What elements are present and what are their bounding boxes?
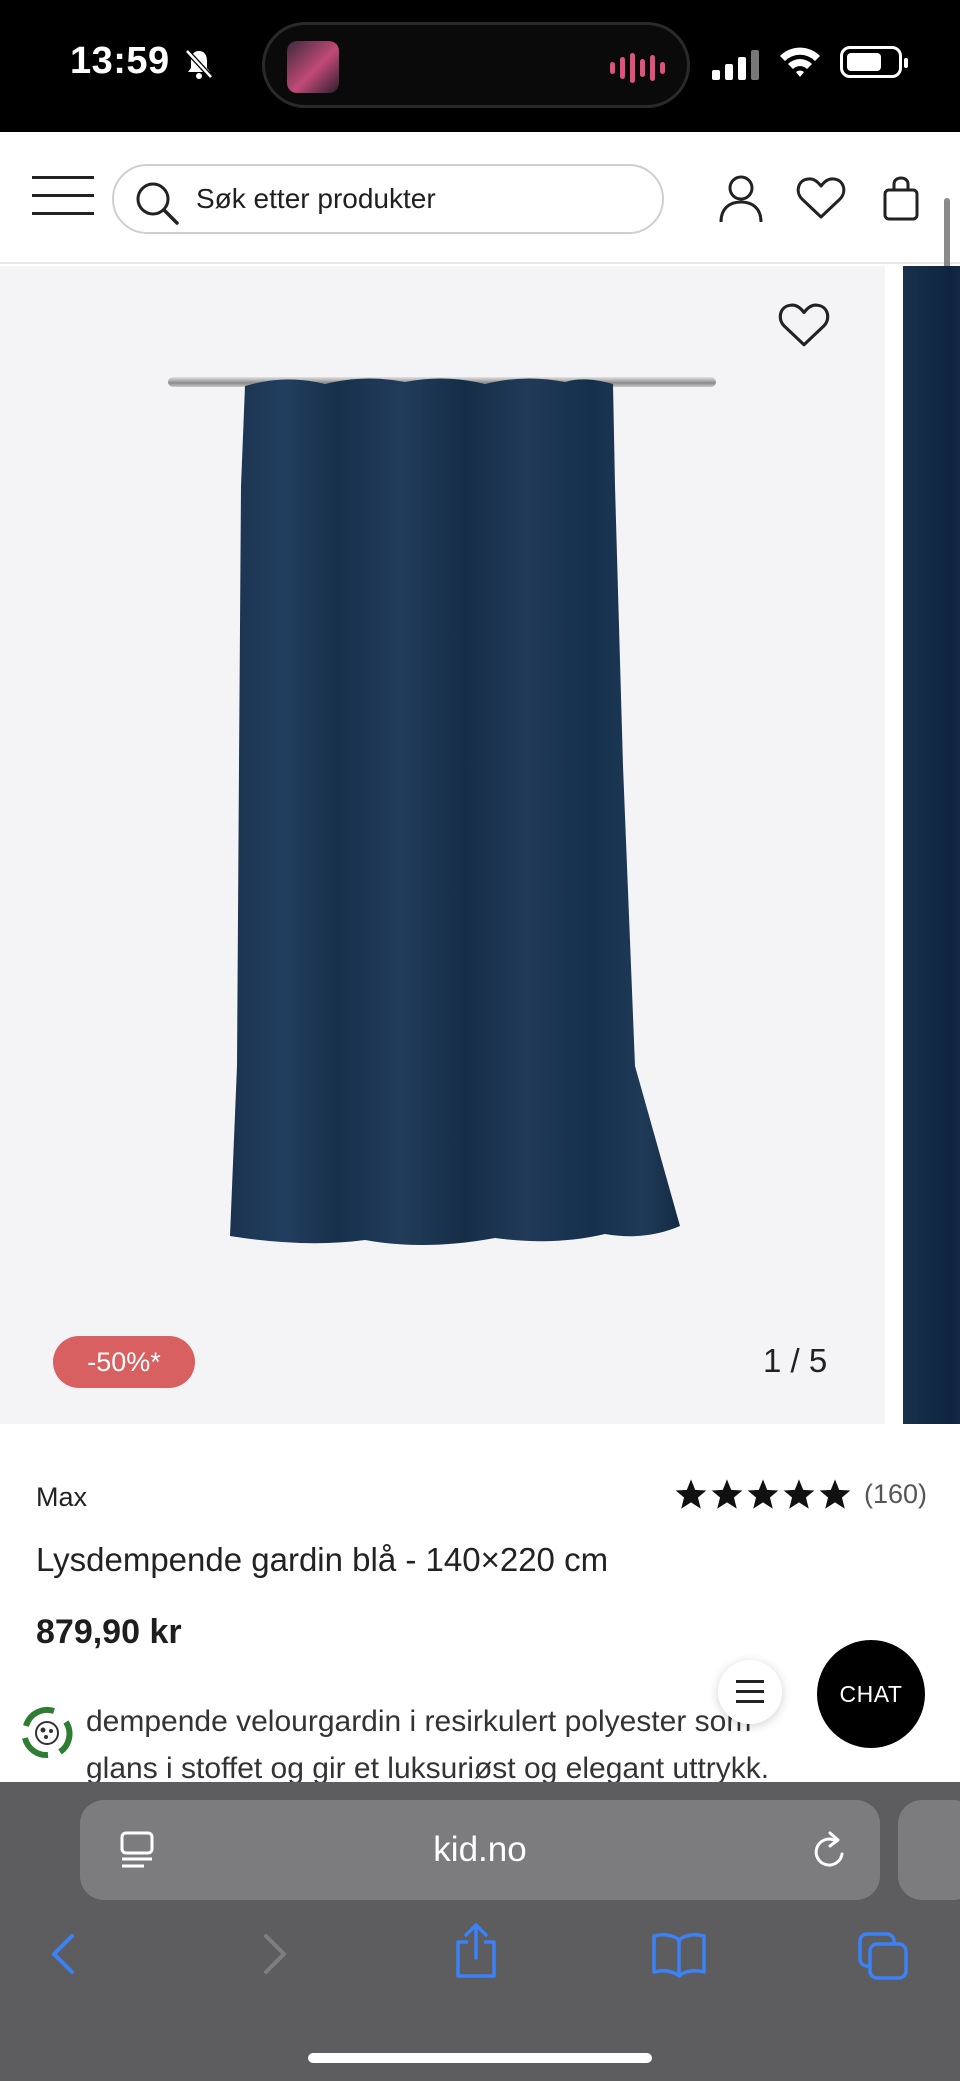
home-indicator xyxy=(308,2053,652,2063)
bell-slash-icon xyxy=(185,49,213,79)
product-title: Lysdempende gardin blå - 140×220 cm xyxy=(36,1541,609,1578)
image-counter: 1 / 5 xyxy=(763,1342,828,1379)
search-bar[interactable] xyxy=(112,164,664,234)
recycle-icon[interactable] xyxy=(14,1700,80,1766)
star-icon xyxy=(819,1479,851,1509)
menu-button[interactable] xyxy=(32,176,94,216)
list-menu-button[interactable] xyxy=(718,1660,782,1724)
description-line: dempende velourgardin i resirkulert poly… xyxy=(86,1705,752,1738)
product-image-slide[interactable]: -50%* 1 / 5 xyxy=(0,266,885,1424)
menu-icon xyxy=(32,176,94,179)
address-bar[interactable]: kid.no xyxy=(80,1800,880,1900)
product-rating[interactable]: (160) xyxy=(674,1478,927,1510)
bookmarks-icon[interactable] xyxy=(650,1930,708,1978)
back-icon[interactable] xyxy=(46,1930,82,1978)
url-text[interactable]: kid.no xyxy=(80,1830,880,1870)
bag-icon[interactable] xyxy=(882,174,920,222)
product-image xyxy=(230,378,680,1246)
search-input[interactable] xyxy=(196,168,636,230)
chat-button[interactable]: CHAT xyxy=(817,1640,925,1748)
star-icon xyxy=(747,1479,779,1509)
product-brand[interactable]: Max xyxy=(36,1482,87,1513)
forward-icon xyxy=(264,1934,286,1974)
dynamic-island[interactable] xyxy=(262,22,690,108)
heart-icon[interactable] xyxy=(796,176,846,220)
status-time: 13:59 xyxy=(70,40,170,82)
battery-icon xyxy=(840,46,908,78)
star-icon xyxy=(675,1479,707,1509)
account-icon[interactable] xyxy=(718,174,764,224)
star-icon xyxy=(783,1479,815,1509)
discount-badge: -50%* xyxy=(53,1336,195,1388)
star-icon xyxy=(711,1479,743,1509)
wifi-icon xyxy=(780,47,820,77)
product-gallery[interactable]: -50%* 1 / 5 xyxy=(0,266,960,1424)
product-description: dempende velourgardin i resirkulert poly… xyxy=(86,1698,916,1792)
tabs-icon[interactable] xyxy=(856,1930,910,1982)
status-bar: 13:59 xyxy=(0,0,960,132)
share-icon[interactable] xyxy=(452,1922,500,1980)
site-header xyxy=(0,132,960,264)
list-icon xyxy=(736,1680,764,1683)
add-to-favorites-icon[interactable] xyxy=(778,302,830,348)
scroll-indicator xyxy=(944,198,950,270)
search-icon xyxy=(136,182,179,225)
reload-icon[interactable] xyxy=(810,1828,850,1872)
audio-waveform-icon xyxy=(610,53,665,83)
cellular-signal-icon xyxy=(712,50,759,80)
product-price: 879,90 kr xyxy=(36,1613,182,1651)
next-product-image-preview[interactable] xyxy=(903,266,960,1424)
rating-count: (160) xyxy=(864,1478,928,1509)
now-playing-artwork xyxy=(287,41,339,93)
browser-toolbar: kid.no xyxy=(0,1782,960,2081)
next-tab-address-bar[interactable] xyxy=(898,1800,960,1900)
